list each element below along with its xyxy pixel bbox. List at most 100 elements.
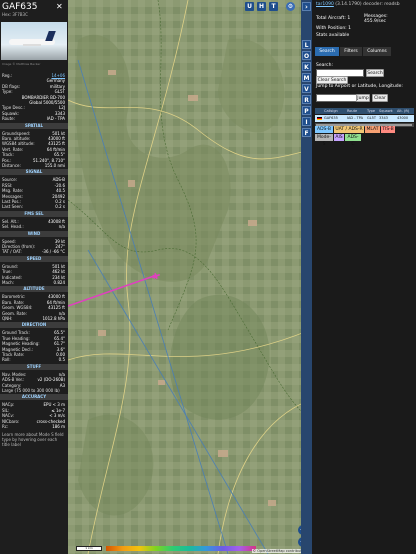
fms-sel-section-header[interactable]: FMS SEL [0,210,68,217]
altitude-section-header[interactable]: ALTITUDE [0,286,68,293]
toolbar-button-m[interactable]: M [302,73,311,82]
toolbar-button-r[interactable]: R [302,95,311,104]
field-value: 501 kt [52,130,65,136]
chevron-right-icon[interactable]: › [302,2,311,11]
info-row: Last Pos.: 0.2 s [2,199,65,204]
field-value: 155.0 nmi [44,163,65,168]
stats-available[interactable]: Stats available [316,33,349,38]
source-badge: ADS-B [315,126,333,133]
clear-search-button[interactable]: Clear Search [316,76,348,84]
info-footer: Learn more about Mode S field type by ho… [2,432,64,448]
gear-icon[interactable]: ⚙ [286,2,295,11]
spatial-section-header[interactable]: SPATIAL [0,122,68,129]
field-value: 51.240°, 8.710° [33,157,65,163]
info-row: SIL: ≤ 1e-7 [2,408,65,413]
accuracy-value: 186 m [52,424,65,429]
toolbar-button-k[interactable]: K [302,62,311,71]
aircraft-photo[interactable] [1,22,67,60]
search-label: Search: [316,63,333,68]
field-value: 0.2 s [55,204,65,210]
button-t[interactable]: T [269,2,278,11]
info-row: Nav. Modes: n/a [2,372,65,377]
field-value: 65.4° [54,335,65,341]
col-squawk[interactable]: Squawk [379,108,393,114]
stuff-section-header[interactable]: STUFF [0,363,68,370]
field-key: Ground Track: [2,330,30,336]
detail-value: military [49,83,65,89]
cell-callsign: GAF635 [324,116,338,120]
map-attribution[interactable]: © OpenStreetMap contributors [251,549,308,553]
field-value: 43000 ft [48,294,65,300]
scale-bar: 1 km [76,546,102,551]
table-row[interactable]: GAF635 IAD - TPA GL5T 3343 43000 [315,115,414,122]
info-row: TAT / OAT: -36 / -66 °C [2,249,65,254]
cell-type: GL5T [367,116,377,120]
tab-search[interactable]: Search [315,47,339,56]
toolbar-button-l[interactable]: L [302,40,311,49]
button-h[interactable]: H [257,2,266,11]
info-row: True: 462 kt [2,269,65,274]
field-key: Last Seen: [2,204,23,210]
accuracy-value: EPU < 3 m [43,402,65,408]
detail-value: BOMBARDIER BD-700 [21,94,65,100]
info-row: Track Rate: 0.00 [2,352,65,357]
category-description: Large (75 000 to 300 000 lb) [2,388,60,393]
col-route[interactable]: Route [347,108,357,114]
col-type[interactable]: Type [367,108,375,114]
info-row: True Heading: 65.4° [2,336,65,341]
info-row: Magnetic Heading: 61.7° [2,341,65,346]
aircraft-list-panel: tar1090 (3.14.1790) decoder: readsb Tota… [312,0,416,554]
version-link[interactable]: tar1090 [316,2,334,7]
field-value: 43125 ft [48,305,65,311]
button-u[interactable]: U [245,2,254,11]
toolbar-button-i[interactable]: I [302,117,311,126]
field-key: Barometric: [2,294,26,300]
accuracy-section-header[interactable]: ACCURACY [0,394,68,401]
source-badge: Mode-S [315,134,333,147]
info-row: Germany [2,78,65,83]
toolbar-button-v[interactable]: V [302,84,311,93]
field-value: 247° [55,244,65,249]
field-value: 40.5 [56,188,65,194]
signal-section-header[interactable]: SIGNAL [0,169,68,176]
toolbar-button-o[interactable]: O [302,51,311,60]
field-key: Geom. Rate: [2,310,27,316]
field-key: Mach: [2,280,14,285]
col-callsign[interactable]: Callsign [324,108,338,114]
field-value: 43008 ft [48,218,65,224]
field-key: Source: [2,177,18,183]
toolbar-button-p[interactable]: P [302,106,311,115]
detail-value[interactable]: 14+06 [51,73,65,78]
field-value: -36 / -66 °C [41,249,65,255]
map-terrain [68,0,310,554]
field-value: 39 kt [54,238,65,244]
field-value: 0.5 [58,357,65,363]
version-line: tar1090 (3.14.1790) decoder: readsb [316,2,400,7]
jump-button[interactable]: Jump [356,94,370,102]
field-value: 0.2 s [55,199,65,204]
field-value: 462 kt [52,269,65,275]
field-key: Sel. Alt.: [2,218,19,224]
col-altitude[interactable]: Alt. (ft) [397,108,409,114]
tab-columns[interactable]: Columns [363,47,391,56]
field-value: n/a [58,310,65,316]
field-key: Baro. Rate: [2,299,25,305]
field-value: 65.5° [54,330,65,336]
info-row: RSSI: -20.6 [2,183,65,188]
detail-key: Type: [2,89,13,95]
toolbar-button-f[interactable]: F [302,128,311,137]
map-view[interactable]: U H T ⚙ + − 1 km © OpenStreetMap contrib… [68,0,310,554]
field-key: Direction (from): [2,244,36,249]
speed-section-header[interactable]: SPEED [0,255,68,262]
direction-section-header[interactable]: DIRECTION [0,322,68,329]
info-row: Type Desc.: L2J [2,105,65,110]
search-button[interactable]: Search [366,69,384,77]
tab-filters[interactable]: Filters [340,47,362,56]
accuracy-value: ≤ 1e-7 [51,407,65,413]
aircraft-info-panel: GAF635 Hex: 3F7B3C ✕ Image © Matthias Be… [0,0,68,554]
wind-section-header[interactable]: WIND [0,230,68,237]
detail-key: Reg.: [2,73,13,78]
close-icon[interactable]: ✕ [56,2,63,11]
detail-value: L2J [59,105,65,111]
clear-button[interactable]: Clear [372,94,388,102]
